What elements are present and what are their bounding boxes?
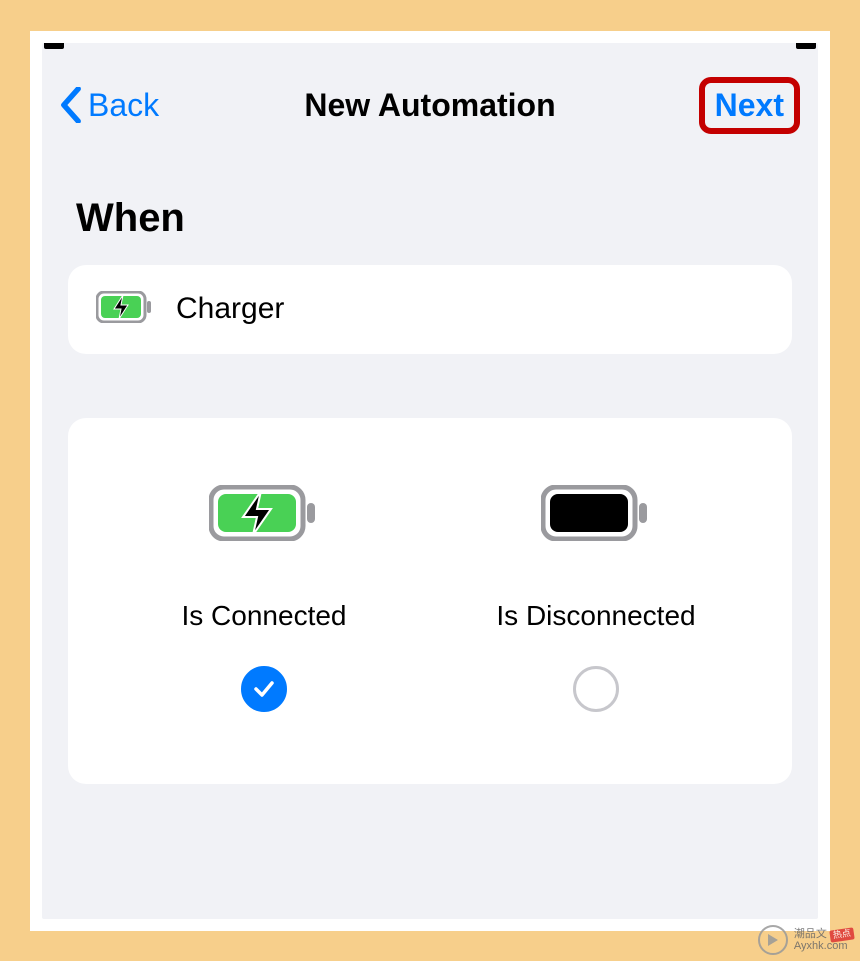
checkmark-icon xyxy=(252,677,276,701)
screenshot-frame: Back New Automation Next When Charger xyxy=(30,31,830,931)
trigger-label: Charger xyxy=(176,292,284,326)
navigation-bar: Back New Automation Next xyxy=(42,49,818,164)
section-heading: When xyxy=(42,164,818,265)
battery-charging-icon xyxy=(96,291,154,328)
battery-full-icon xyxy=(541,478,651,548)
watermark-line2: Ayxhk.com xyxy=(794,940,854,952)
trigger-card[interactable]: Charger xyxy=(68,265,792,354)
option-is-disconnected[interactable]: Is Disconnected xyxy=(430,478,762,712)
next-highlight-box: Next xyxy=(699,77,800,134)
back-label: Back xyxy=(88,87,159,124)
next-button[interactable]: Next xyxy=(715,87,784,124)
options-card: Is Connected Is Disconnected xyxy=(68,418,792,784)
option-connected-label: Is Connected xyxy=(182,600,347,632)
device-screen: Back New Automation Next When Charger xyxy=(42,43,818,919)
radio-disconnected[interactable] xyxy=(573,666,619,712)
radio-connected[interactable] xyxy=(241,666,287,712)
back-button[interactable]: Back xyxy=(60,87,159,124)
watermark-line1: 潮品文 xyxy=(794,928,827,940)
option-is-connected[interactable]: Is Connected xyxy=(98,478,430,712)
play-icon xyxy=(758,925,788,955)
watermark: 潮品文 热点 Ayxhk.com xyxy=(758,925,854,955)
option-disconnected-label: Is Disconnected xyxy=(496,600,695,632)
page-title: New Automation xyxy=(304,87,555,124)
battery-charging-large-icon xyxy=(209,478,319,548)
chevron-left-icon xyxy=(60,87,82,123)
